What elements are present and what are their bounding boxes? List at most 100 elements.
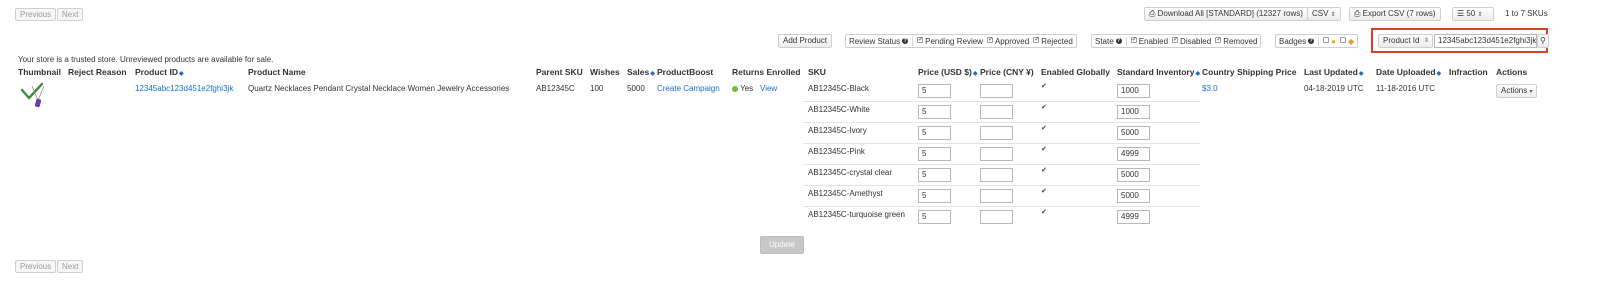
inventory-input[interactable]: 4999 (1117, 210, 1150, 224)
review-status-filter: Review Status? ✓ Pending Review ✓ Approved… (845, 34, 1077, 48)
download-all-button[interactable]: ⎙ Download All [STANDARD] (12327 rows) (1144, 7, 1308, 21)
enabled-checkbox-icon[interactable]: ✔ (1041, 145, 1047, 153)
search-input[interactable]: 12345abc123d451e2fghi3jk (1434, 34, 1537, 48)
checkbox-checked-icon: ✓ (1215, 37, 1222, 44)
inventory-input[interactable]: 4999 (1117, 147, 1150, 161)
col-price-cny: Price (CNY ¥) (980, 67, 1034, 77)
col-productboost: ProductBoost (657, 67, 714, 77)
enabled-checkbox-icon[interactable]: ✔ (1041, 124, 1047, 132)
filter-enabled[interactable]: ✓ Enabled (1130, 37, 1168, 46)
price-usd-input[interactable]: 5 (918, 168, 951, 182)
info-icon: ? (1308, 38, 1315, 44)
inventory-input[interactable]: 5000 (1117, 189, 1150, 203)
col-last-updated[interactable]: Last Updated◆ (1304, 67, 1363, 77)
enabled-checkbox-icon[interactable]: ✔ (1041, 187, 1047, 195)
date-uploaded-value: 11-18-2016 UTC (1376, 84, 1435, 93)
col-wishes: Wishes (590, 67, 620, 77)
export-csv-button[interactable]: ⎙ Export CSV (7 rows) (1349, 7, 1441, 21)
necklace-thumbnail-icon (20, 82, 45, 108)
inventory-input[interactable]: 5000 (1117, 168, 1150, 182)
sort-icon: ◆ (650, 71, 655, 77)
variant-sku: AB12345C-turquoise green (808, 210, 905, 219)
price-cny-input[interactable] (980, 105, 1013, 119)
actions-dropdown[interactable]: Actions ▾ (1496, 84, 1538, 98)
checkbox-checked-icon: ✓ (986, 37, 993, 44)
col-returns-enrolled: Returns Enrolled (732, 67, 801, 77)
add-product-button[interactable]: Add Product (778, 34, 833, 48)
col-country-shipping-price: Country Shipping Price (1202, 67, 1297, 77)
col-sales[interactable]: Sales◆ (627, 67, 655, 77)
variant-sku: AB12345C-Pink (808, 147, 865, 156)
country-shipping-price-link[interactable]: $3.0 (1202, 84, 1218, 93)
sort-icon: ◆ (1436, 71, 1442, 77)
create-campaign-link[interactable]: Create Campaign (657, 84, 720, 93)
badge-filter-1[interactable]: ● (1323, 37, 1336, 46)
lightbulb-icon: ● (1331, 36, 1336, 46)
product-id-link[interactable]: 12345abc123d451e2fghi3jk (135, 84, 233, 93)
col-parent-sku: Parent SKU (536, 67, 583, 77)
inventory-input[interactable]: 1000 (1117, 84, 1150, 98)
previous-page-button-bottom[interactable]: Previous (15, 260, 57, 273)
last-updated-value: 04-18-2019 UTC (1304, 84, 1364, 93)
filter-pending-review[interactable]: ✓ Pending Review (917, 37, 983, 46)
checkbox-checked-icon: ✓ (917, 37, 924, 44)
price-usd-input[interactable]: 5 (918, 105, 951, 119)
inventory-input[interactable]: 1000 (1117, 105, 1150, 119)
price-usd-input[interactable]: 5 (918, 147, 951, 161)
sort-icon: ◆ (1358, 71, 1364, 77)
row-divider (803, 206, 1200, 207)
col-product-name: Product Name (248, 67, 306, 77)
filter-approved[interactable]: ✓ Approved (986, 37, 1029, 46)
price-cny-input[interactable] (980, 189, 1013, 203)
state-filter: State? ✓ Enabled ✓ Disabled ✓ Removed (1091, 34, 1262, 48)
enabled-checkbox-icon[interactable]: ✔ (1041, 208, 1047, 216)
price-cny-input[interactable] (980, 147, 1013, 161)
enabled-checkbox-icon[interactable]: ✔ (1041, 82, 1047, 90)
price-usd-input[interactable]: 5 (918, 210, 951, 224)
next-page-button-bottom[interactable]: Next (57, 260, 84, 273)
badge-filter-2[interactable]: ◆ (1339, 37, 1354, 46)
inventory-input[interactable]: 5000 (1117, 126, 1150, 140)
col-price-usd[interactable]: Price (USD $)◆ (918, 67, 977, 77)
next-page-button[interactable]: Next (57, 8, 84, 21)
enabled-checkbox-icon[interactable]: ✔ (1041, 166, 1047, 174)
format-select[interactable]: CSV ⇕ (1307, 7, 1341, 21)
status-dot-icon (732, 85, 738, 92)
col-enabled-globally: Enabled Globally (1041, 67, 1110, 77)
col-reject-reason: Reject Reason (68, 67, 127, 77)
row-divider (803, 164, 1200, 165)
col-product-id[interactable]: Product ID◆ (135, 67, 184, 77)
price-usd-input[interactable]: 5 (918, 126, 951, 140)
price-cny-input[interactable] (980, 126, 1013, 140)
price-cny-input[interactable] (980, 168, 1013, 182)
price-usd-input[interactable]: 5 (918, 84, 951, 98)
price-cny-input[interactable] (980, 84, 1013, 98)
update-button[interactable]: Update (760, 236, 804, 254)
badges-label: Badges (1279, 36, 1307, 46)
col-standard-inventory[interactable]: Standard Inventory◆ (1117, 67, 1200, 77)
col-actions: Actions (1496, 67, 1528, 77)
sales-count: 5000 (627, 84, 645, 93)
filter-rejected[interactable]: ✓ Rejected (1033, 37, 1073, 46)
search-button[interactable]: ⚲ (1537, 34, 1549, 48)
info-icon: ? (902, 38, 909, 44)
search-field-select[interactable]: Product Id ⇕ (1378, 34, 1433, 48)
checkbox-checked-icon: ✓ (1033, 37, 1040, 44)
filter-removed[interactable]: ✓ Removed (1215, 37, 1257, 46)
row-divider (803, 101, 1200, 102)
product-name: Quartz Necklaces Pendant Crystal Necklac… (248, 84, 510, 93)
price-usd-input[interactable]: 5 (918, 189, 951, 203)
col-thumbnail: Thumbnail (18, 67, 61, 77)
review-status-label: Review Status (849, 36, 901, 46)
previous-page-button[interactable]: Previous (15, 8, 57, 21)
enabled-checkbox-icon[interactable]: ✔ (1041, 103, 1047, 111)
product-thumbnail[interactable] (20, 82, 48, 108)
page-size-select[interactable]: ☰ 50 ⇕ (1452, 7, 1494, 21)
price-cny-input[interactable] (980, 210, 1013, 224)
sort-icon: ◆ (178, 71, 184, 77)
col-date-uploaded[interactable]: Date Uploaded◆ (1376, 67, 1441, 77)
parent-sku: AB12345C (536, 84, 575, 93)
filter-disabled[interactable]: ✓ Disabled (1172, 37, 1211, 46)
trusted-store-notice: Your store is a trusted store. Unreviewe… (18, 55, 274, 64)
returns-view-link[interactable]: View (760, 84, 777, 93)
